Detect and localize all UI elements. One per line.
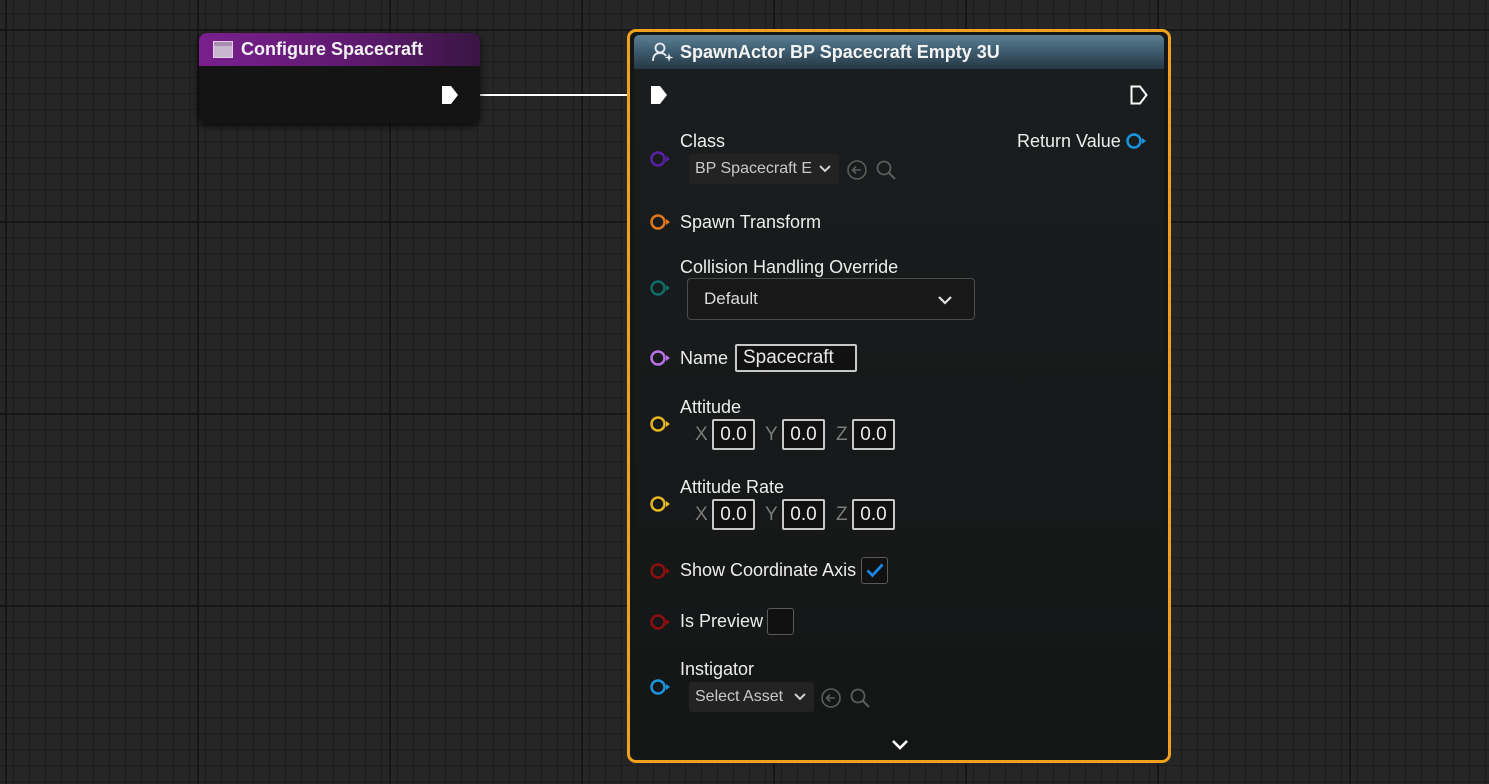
attitude-rate-label: Attitude Rate (680, 477, 785, 497)
configure-node-header[interactable]: Configure Spacecraft (199, 33, 480, 66)
class-value: BP Spacecraft E (695, 160, 813, 177)
show-axis-pin-icon[interactable] (649, 562, 671, 580)
configure-spacecraft-node[interactable]: Configure Spacecraft (199, 33, 480, 123)
attitude-y-input[interactable]: 0.0 (782, 419, 825, 450)
attitude-rate-y-axis-label: Y (765, 504, 778, 525)
show-axis-label: Show Coordinate Axis (680, 560, 857, 580)
return-value-pin-icon[interactable] (1125, 132, 1147, 150)
instigator-value: Select Asset (695, 688, 784, 705)
chevron-down-icon (794, 693, 806, 701)
attitude-rate-y-value: 0.0 (790, 503, 817, 525)
show-axis-checkbox[interactable] (861, 557, 888, 584)
collision-pin-icon[interactable] (649, 279, 671, 297)
attitude-rate-x-input[interactable]: 0.0 (712, 499, 755, 530)
attitude-pin-icon[interactable] (649, 415, 671, 433)
instigator-combo[interactable]: Select Asset (689, 682, 814, 712)
attitude-rate-z-axis-label: Z (836, 504, 848, 525)
name-value: Spacecraft (743, 347, 834, 368)
attitude-z-input[interactable]: 0.0 (852, 419, 895, 450)
attitude-y-value: 0.0 (790, 423, 817, 445)
configure-node-title: Configure Spacecraft (241, 39, 424, 59)
spawn-actor-icon (652, 42, 674, 62)
attitude-label: Attitude (680, 397, 742, 417)
spawn-transform-pin-icon[interactable] (649, 213, 671, 231)
spawn-transform-label: Spawn Transform (680, 212, 822, 232)
attitude-rate-x-axis-label: X (695, 504, 708, 525)
attitude-x-axis-label: X (695, 424, 708, 445)
name-label: Name (680, 348, 729, 368)
attitude-rate-x-value: 0.0 (720, 503, 747, 525)
exec-in-pin-icon[interactable] (650, 85, 668, 105)
attitude-rate-pin-icon[interactable] (649, 495, 671, 513)
use-selected-arrow-icon[interactable] (846, 159, 868, 181)
collision-value: Default (704, 289, 758, 308)
expand-advanced-chevron-icon[interactable] (891, 739, 909, 751)
is-preview-pin-icon[interactable] (649, 613, 671, 631)
class-label: Class (680, 131, 726, 151)
class-pin-icon[interactable] (649, 150, 671, 168)
attitude-x-input[interactable]: 0.0 (712, 419, 755, 450)
exec-out-pin-icon[interactable] (441, 85, 459, 105)
name-pin-icon[interactable] (649, 349, 671, 367)
spawn-node-header[interactable]: SpawnActor BP Spacecraft Empty 3U (634, 35, 1164, 69)
attitude-rate-y-input[interactable]: 0.0 (782, 499, 825, 530)
is-preview-checkbox[interactable] (767, 608, 794, 635)
attitude-rate-z-input[interactable]: 0.0 (852, 499, 895, 530)
instigator-pin-icon[interactable] (649, 678, 671, 696)
attitude-rate-z-value: 0.0 (860, 503, 887, 525)
attitude-z-value: 0.0 (860, 423, 887, 445)
checkmark-icon (866, 563, 884, 578)
is-preview-label: Is Preview (680, 611, 764, 631)
return-value-label: Return Value (1017, 131, 1121, 151)
chevron-down-icon (938, 296, 952, 305)
attitude-z-axis-label: Z (836, 424, 848, 445)
browse-search-icon[interactable] (849, 687, 871, 709)
spawn-node-title: SpawnActor BP Spacecraft Empty 3U (680, 41, 1000, 62)
name-input[interactable]: Spacecraft (735, 344, 857, 372)
instigator-label: Instigator (680, 659, 755, 679)
class-combo[interactable]: BP Spacecraft E (689, 154, 839, 184)
browse-search-icon[interactable] (875, 159, 897, 181)
collision-dropdown[interactable]: Default (687, 278, 975, 320)
exec-then-pin-icon[interactable] (1130, 85, 1148, 105)
use-selected-arrow-icon[interactable] (820, 687, 842, 709)
event-icon (213, 41, 233, 58)
attitude-x-value: 0.0 (720, 423, 747, 445)
attitude-y-axis-label: Y (765, 424, 778, 445)
collision-label: Collision Handling Override (680, 257, 899, 277)
chevron-down-icon (819, 165, 831, 173)
